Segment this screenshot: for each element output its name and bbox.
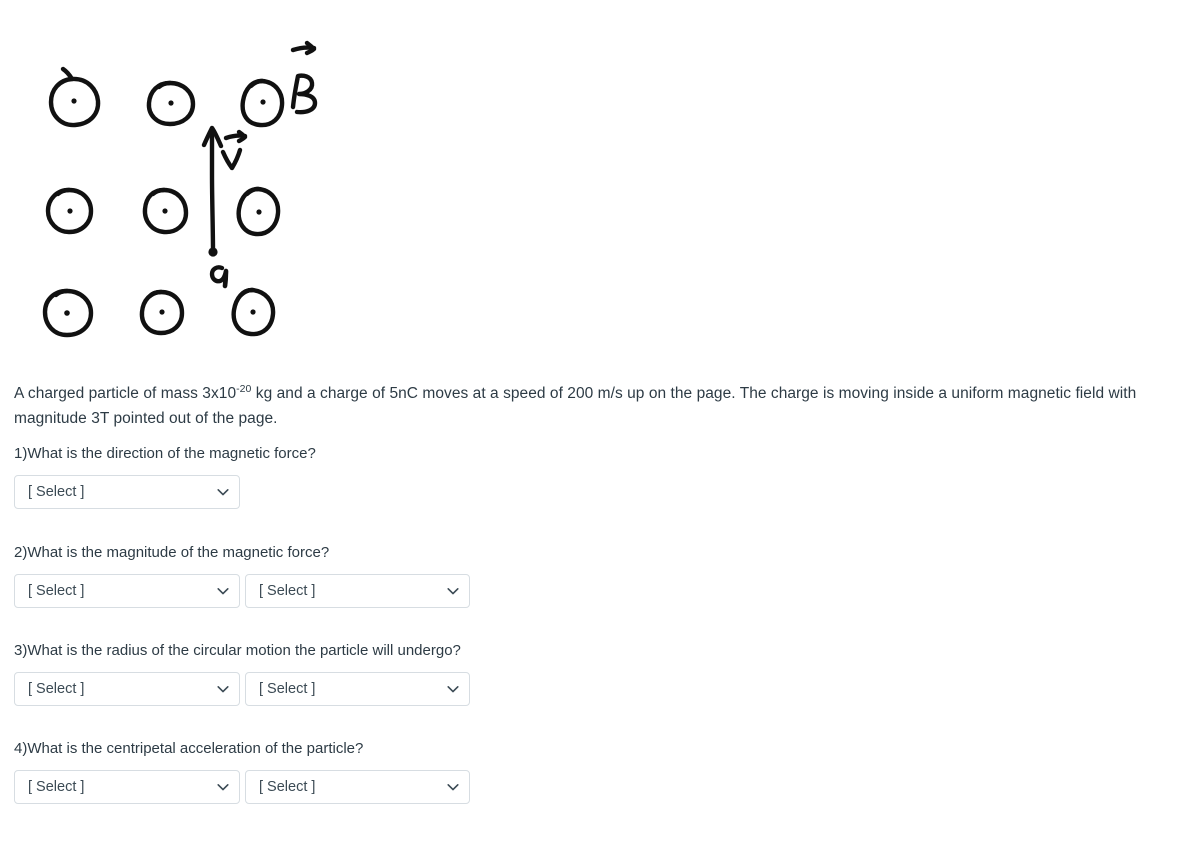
question-label-1: 1)What is the direction of the magnetic … (14, 445, 316, 462)
question-label-4: 4)What is the centripetal acceleration o… (14, 740, 364, 757)
velocity-arrow (201, 125, 224, 254)
chevron-down-icon (215, 583, 231, 599)
select-2-1-value: [ Select ] (28, 583, 85, 599)
charge-dot (208, 247, 218, 257)
chevron-down-icon (445, 681, 461, 697)
select-2-2-value: [ Select ] (259, 583, 316, 599)
select-1-1-value: [ Select ] (28, 484, 85, 500)
select-4-1-value: [ Select ] (28, 779, 85, 795)
selects-row-2: [ Select ] [ Select ] (14, 574, 470, 608)
select-3-1[interactable]: [ Select ] (14, 672, 240, 706)
select-3-2[interactable]: [ Select ] (245, 672, 470, 706)
select-1-1[interactable]: [ Select ] (14, 475, 240, 509)
problem-statement: A charged particle of mass 3x10-20 kg an… (14, 381, 1180, 431)
problem-text-part1: A charged particle of mass 3x10 (14, 385, 237, 402)
question-block-1: 1)What is the direction of the magnetic … (14, 444, 316, 509)
question-label-2: 2)What is the magnitude of the magnetic … (14, 544, 330, 561)
selects-row-1: [ Select ] (14, 475, 316, 509)
select-2-2[interactable]: [ Select ] (245, 574, 470, 608)
chevron-down-icon (445, 583, 461, 599)
select-4-2-value: [ Select ] (259, 779, 316, 795)
select-3-1-value: [ Select ] (28, 681, 85, 697)
mass-exponent: -20 (236, 382, 252, 395)
select-4-1[interactable]: [ Select ] (14, 770, 240, 804)
charge-label (209, 265, 229, 289)
question-block-4: 4)What is the centripetal acceleration o… (14, 739, 470, 804)
chevron-down-icon (445, 779, 461, 795)
magnetic-field-diagram (0, 0, 360, 360)
question-block-3: 3)What is the radius of the circular mot… (14, 641, 470, 706)
question-label-3: 3)What is the radius of the circular mot… (14, 642, 461, 659)
velocity-label (220, 129, 248, 171)
chevron-down-icon (215, 779, 231, 795)
field-out-of-page-symbol (48, 66, 101, 128)
chevron-down-icon (215, 484, 231, 500)
select-3-2-value: [ Select ] (259, 681, 316, 697)
magnetic-field-label (290, 40, 318, 115)
selects-row-3: [ Select ] [ Select ] (14, 672, 470, 706)
select-4-2[interactable]: [ Select ] (245, 770, 470, 804)
chevron-down-icon (215, 681, 231, 697)
selects-row-4: [ Select ] [ Select ] (14, 770, 470, 804)
select-2-1[interactable]: [ Select ] (14, 574, 240, 608)
question-block-2: 2)What is the magnitude of the magnetic … (14, 543, 470, 608)
